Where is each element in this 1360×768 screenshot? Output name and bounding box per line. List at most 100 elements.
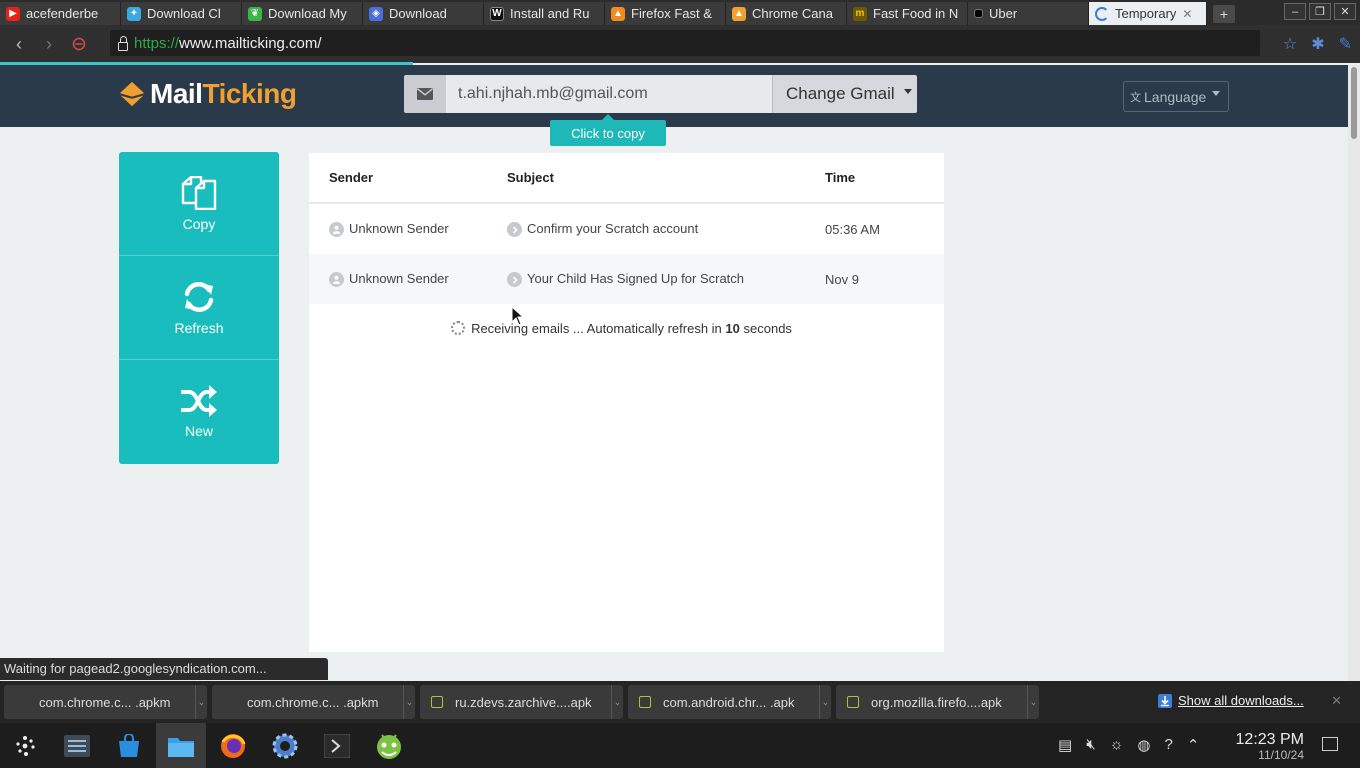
download-icon [1158,693,1172,708]
user-icon [329,272,344,288]
browser-tab[interactable]: Uber [968,2,1089,25]
show-all-downloads-link[interactable]: Show all downloads... [1158,693,1304,708]
chevron-down-icon[interactable]: ⌄ [819,685,831,719]
browser-tab-bar: ▶ acefenderbe ✦ Download Cl ❦ Download My ◈… [0,0,1360,25]
stop-icon[interactable] [64,29,94,59]
close-tab-icon[interactable]: ✕ [1182,7,1192,21]
app-launcher-icon[interactable] [0,723,50,768]
clock-time: 12:23 PM [1235,731,1304,748]
download-item[interactable]: com.chrome.c... .apkm ⌄ [4,685,207,719]
refresh-label: Refresh [174,319,224,336]
chevron-down-icon[interactable]: ⌄ [403,685,415,719]
user-icon [329,222,344,238]
inbox-header: Sender Subject Time [309,153,944,204]
android-package-icon [847,696,859,708]
language-button[interactable]: 文 Language [1123,81,1229,112]
email-sender: Unknown Sender [349,220,449,236]
wikipedia-icon: W [490,6,504,21]
browser-tab[interactable]: ❦ Download My [242,2,363,25]
browser-tab[interactable]: W Install and Ru [484,2,605,25]
settings-gear-app-icon[interactable] [260,723,310,768]
gamepad-icon: ◈ [369,6,383,21]
extensions-icon[interactable]: ✱ [1311,34,1324,54]
email-row[interactable]: Unknown Sender Your Child Has Signed Up … [309,254,944,304]
show-desktop-icon[interactable] [1322,737,1338,751]
android-app-icon[interactable] [364,723,414,768]
firefox-icon: ▲ [611,6,625,21]
email-time: Nov 9 [825,271,859,287]
file-icon [15,696,27,708]
mcdonalds-icon: m [853,6,867,21]
browser-status-text: Waiting for pagead2.googlesyndication.co… [0,658,328,680]
translate-icon: 文 [1130,91,1141,104]
volume-muted-icon[interactable]: 🔇︎ [1086,736,1095,754]
refresh-countdown: 10 [725,320,740,336]
file-manager-app-icon[interactable] [156,723,206,768]
download-item[interactable]: org.mozilla.firefo....apk ⌄ [836,685,1039,719]
firefox-app-icon[interactable] [208,723,258,768]
logo-text: MailTicking [150,78,297,109]
wrench-icon[interactable]: ✎ [1339,34,1352,54]
close-window-icon[interactable]: ✕ [1334,3,1356,20]
browser-tab[interactable]: ◈ Download [363,2,484,25]
lock-icon [118,35,128,51]
chevron-up-icon[interactable]: ⌃ [1187,736,1200,754]
browser-tab[interactable]: ▲ Firefox Fast & [605,2,726,25]
browser-tab[interactable]: ✦ Download Cl [121,2,242,25]
chevron-down-icon[interactable]: ⌄ [195,685,207,719]
bird-icon: ✦ [127,6,141,21]
address-bar: ‹ › https://www.mailticking.com/ ☆ ✱ ✎ [0,25,1360,63]
copy-button[interactable]: Copy [119,152,279,256]
new-label: New [184,423,213,439]
chevron-down-icon[interactable]: ⌄ [611,685,623,719]
android-package-icon [431,696,443,708]
email-address-field[interactable]: t.ahi.njhah.mb@gmail.com [446,75,772,113]
settings-app-icon[interactable] [52,723,102,768]
network-icon[interactable]: ◍ [1137,736,1150,754]
email-subject: Confirm your Scratch account [527,220,699,236]
canary-icon: ▲ [732,6,746,21]
address-bar-actions: ☆ ✱ ✎ [1283,34,1352,54]
chevron-right-icon [507,272,522,288]
terminal-app-icon[interactable] [312,723,362,768]
copy-tooltip[interactable]: Click to copy [550,114,666,146]
clipboard-icon[interactable]: ▤ [1058,736,1072,754]
copy-label: Copy [182,215,216,232]
scrollbar-thumb[interactable] [1351,67,1357,139]
browser-tab[interactable]: ▶ acefenderbe [0,2,121,25]
chevron-down-icon[interactable]: ⌄ [1027,685,1039,719]
refresh-button[interactable]: Refresh [119,256,279,360]
youtube-icon: ▶ [6,6,20,21]
email-row[interactable]: Unknown Sender Confirm your Scratch acco… [309,204,944,254]
site-logo[interactable]: MailTicking [118,78,297,110]
leaf-icon: ❦ [248,6,262,21]
envelope-icon [404,75,446,113]
browser-tab[interactable]: ▲ Chrome Cana [726,2,847,25]
maximize-icon[interactable]: ❐ [1309,3,1331,20]
browser-tab[interactable]: m Fast Food in N [847,2,968,25]
close-downloads-icon[interactable]: ✕ [1331,693,1342,709]
download-item[interactable]: com.android.chr... .apk ⌄ [628,685,831,719]
chevron-right-icon [507,222,522,238]
star-icon[interactable]: ☆ [1283,34,1297,54]
logo-mark-icon [118,81,146,107]
new-tab-button[interactable]: + [1213,5,1235,23]
column-header-subject: Subject [507,170,554,185]
site-header: MailTicking t.ahi.njhah.mb@gmail.com Cha… [0,65,1348,127]
page-scrollbar[interactable] [1348,65,1360,681]
email-sender: Unknown Sender [349,270,449,286]
store-app-icon[interactable] [104,723,154,768]
forward-icon[interactable]: › [34,29,64,59]
change-gmail-button[interactable]: Change Gmail [772,75,917,113]
help-icon[interactable]: ? [1164,736,1172,754]
system-clock[interactable]: 12:23 PM 11/10/24 [1232,731,1304,762]
download-item[interactable]: ru.zdevs.zarchive....apk ⌄ [420,685,623,719]
back-icon[interactable]: ‹ [4,29,34,59]
new-button[interactable]: New [119,360,279,464]
url-field[interactable]: https://www.mailticking.com/ [110,30,1260,56]
download-item[interactable]: com.chrome.c... .apkm ⌄ [212,685,415,719]
mouse-cursor-icon [511,306,525,326]
browser-tab-active[interactable]: Temporary ✕ [1089,2,1207,25]
brightness-icon[interactable]: ☼ [1110,736,1124,754]
minimize-icon[interactable]: – [1284,3,1306,20]
